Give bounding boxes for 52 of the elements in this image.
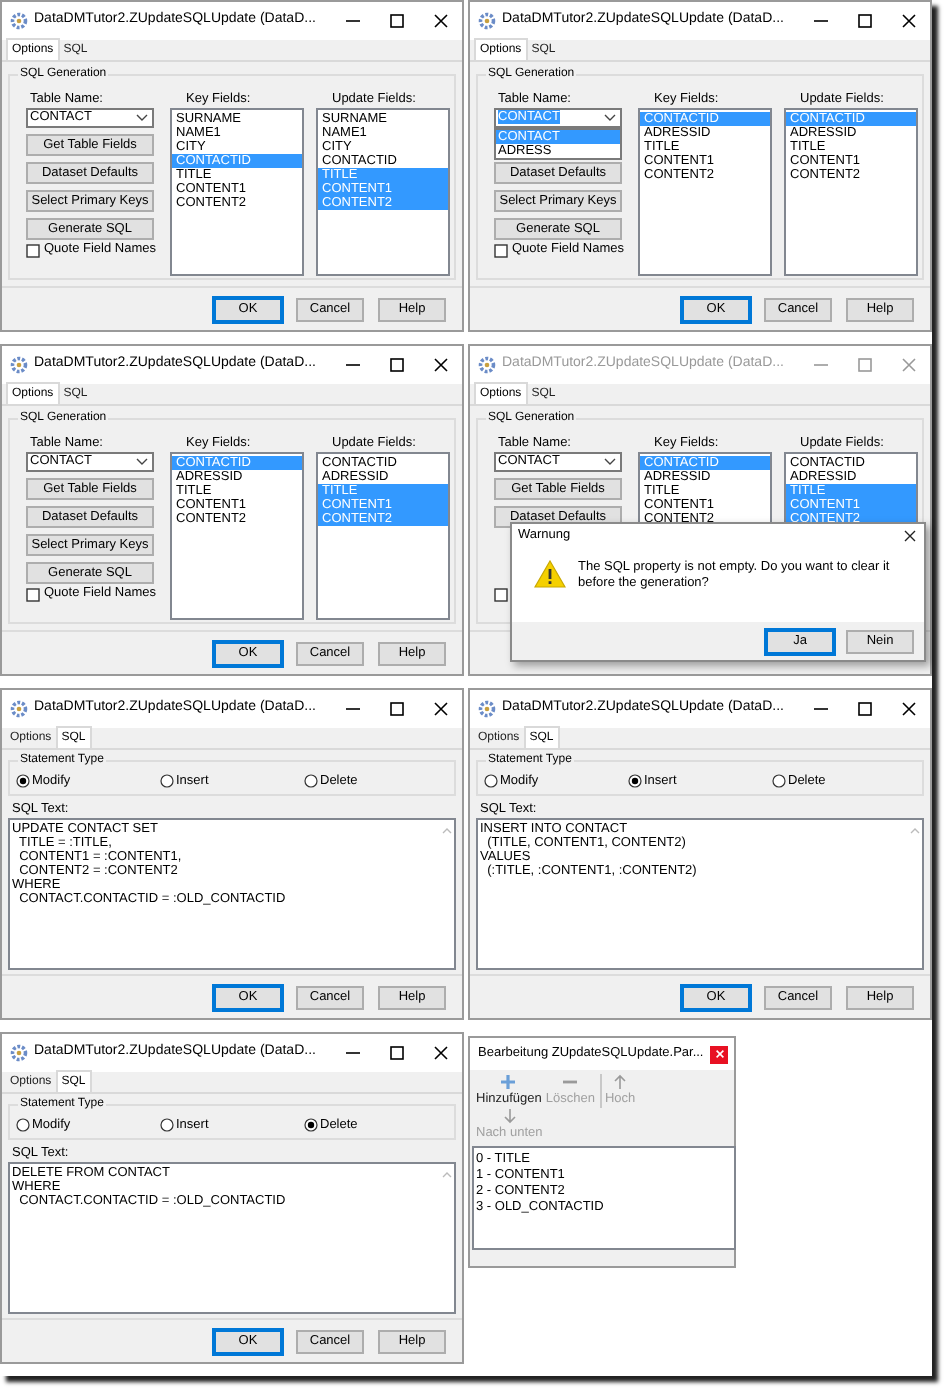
arrow-down-icon xyxy=(501,1108,518,1124)
close-icon xyxy=(901,358,915,372)
radio-icon[interactable] xyxy=(160,774,174,788)
maximize-icon xyxy=(857,14,871,28)
close-icon xyxy=(433,14,447,28)
maximize-icon xyxy=(389,702,403,716)
arrow-up-icon xyxy=(612,1074,629,1090)
close-icon xyxy=(715,1050,723,1058)
maximize-icon xyxy=(389,358,403,372)
checkbox-icon[interactable] xyxy=(494,588,508,602)
radio-icon[interactable] xyxy=(304,1118,318,1132)
gear-icon xyxy=(10,356,28,374)
checkbox-icon[interactable] xyxy=(26,243,40,257)
radio-icon[interactable] xyxy=(628,774,642,788)
close-icon xyxy=(901,702,915,716)
close-icon xyxy=(433,702,447,716)
radio-icon[interactable] xyxy=(160,1118,174,1132)
radio-icon[interactable] xyxy=(772,774,786,788)
maximize-icon xyxy=(389,14,403,28)
minimize-icon xyxy=(345,358,359,372)
radio-icon[interactable] xyxy=(304,774,318,788)
gear-icon xyxy=(478,356,496,374)
radio-icon[interactable] xyxy=(16,774,30,788)
maximize-icon xyxy=(389,1046,403,1060)
radio-icon[interactable] xyxy=(484,774,498,788)
maximize-icon xyxy=(857,358,871,372)
minimize-icon xyxy=(345,702,359,716)
plus-icon xyxy=(500,1074,517,1090)
gear-icon xyxy=(10,700,28,718)
gear-icon xyxy=(478,700,496,718)
minimize-icon xyxy=(345,14,359,28)
radio-icon[interactable] xyxy=(16,1118,30,1132)
warning-icon xyxy=(534,560,566,588)
gear-icon xyxy=(478,12,496,30)
chevron-down-icon xyxy=(136,114,148,122)
checkbox-icon[interactable] xyxy=(494,243,508,257)
minimize-icon xyxy=(813,702,827,716)
chevron-down-icon xyxy=(604,114,616,122)
minimize-icon xyxy=(813,358,827,372)
chevron-down-icon xyxy=(604,458,616,466)
close-icon xyxy=(901,14,915,28)
maximize-icon xyxy=(857,702,871,716)
close-icon xyxy=(433,358,447,372)
gear-icon xyxy=(10,12,28,30)
close-icon xyxy=(433,1046,447,1060)
checkbox-icon[interactable] xyxy=(26,587,40,601)
close-button[interactable] xyxy=(710,1045,728,1063)
minimize-icon xyxy=(345,1046,359,1060)
chevron-down-icon xyxy=(136,458,148,466)
minimize-icon xyxy=(813,14,827,28)
gear-icon xyxy=(10,1044,28,1062)
close-icon xyxy=(904,530,916,542)
